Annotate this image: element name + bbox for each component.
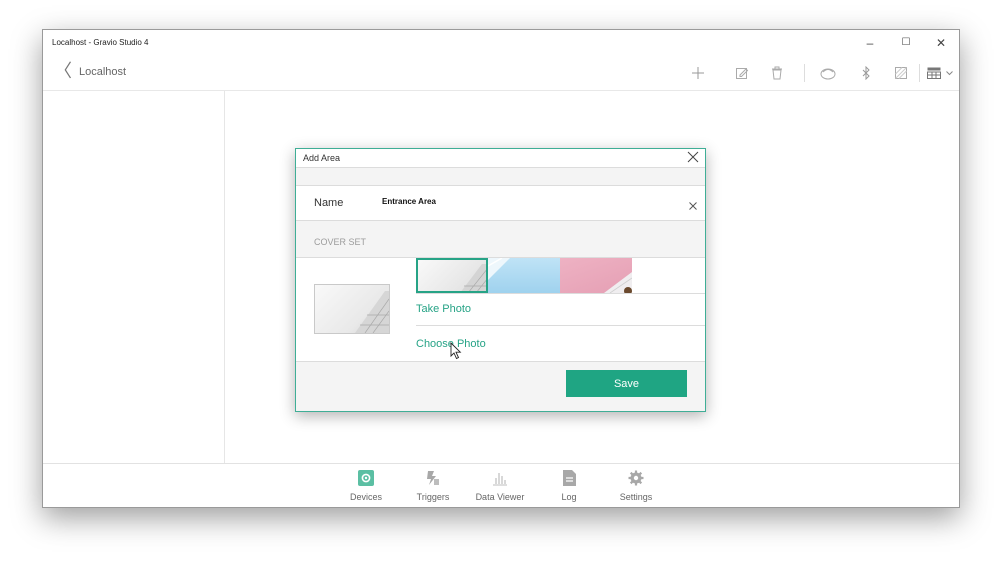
nav-label: Data Viewer — [475, 492, 525, 502]
grid-view-icon[interactable] — [925, 64, 943, 82]
cover-thumbnail-selected[interactable] — [416, 258, 488, 293]
take-photo-button[interactable]: Take Photo — [416, 293, 705, 326]
clear-input-icon[interactable] — [688, 198, 698, 210]
nav-settings[interactable]: Settings — [606, 469, 666, 502]
image-icon[interactable] — [892, 64, 910, 82]
chevron-down-icon[interactable] — [943, 64, 955, 82]
add-icon[interactable] — [689, 64, 707, 82]
cover-set-label: COVER SET — [314, 237, 367, 247]
title-bar: Localhost - Gravio Studio 4 – ☐ ✕ — [43, 30, 959, 56]
settings-icon — [606, 469, 666, 487]
maximize-button[interactable]: ☐ — [891, 34, 921, 54]
mouse-cursor-icon — [450, 341, 462, 360]
toolbar: 〈 Localhost — [43, 56, 959, 91]
toolbar-divider — [919, 64, 920, 82]
close-button[interactable]: ✕ — [926, 34, 956, 54]
nav-triggers[interactable]: Triggers — [403, 469, 463, 502]
area-sidebar — [43, 91, 225, 463]
dialog-header: Add Area — [296, 149, 705, 168]
name-label: Name — [314, 197, 344, 209]
cover-thumbnail[interactable] — [560, 258, 632, 293]
save-button[interactable]: Save — [566, 370, 687, 397]
nav-label: Triggers — [416, 492, 450, 502]
delete-icon[interactable] — [768, 64, 786, 82]
cover-set-panel: Take Photo Choose Photo — [296, 257, 705, 362]
nav-data-viewer[interactable]: Data Viewer — [470, 469, 530, 502]
dialog-close-icon[interactable] — [686, 150, 700, 164]
minimize-button[interactable]: – — [855, 34, 885, 54]
breadcrumb[interactable]: Localhost — [79, 66, 126, 78]
triggers-icon — [403, 469, 463, 487]
mqtt-icon[interactable] — [819, 64, 837, 82]
nav-label: Settings — [619, 492, 653, 502]
nav-label: Devices — [349, 492, 382, 502]
devices-icon — [336, 469, 396, 487]
bluetooth-icon[interactable] — [857, 64, 875, 82]
nav-label: Log — [561, 492, 577, 502]
name-row: Name — [296, 185, 705, 221]
toolbar-divider — [804, 64, 805, 82]
data-viewer-icon — [470, 469, 530, 487]
bottom-nav: Devices Triggers Data Viewer Log Setting… — [43, 463, 959, 507]
window-title: Localhost - Gravio Studio 4 — [52, 38, 149, 47]
name-input[interactable] — [382, 197, 672, 206]
cover-preview-image — [314, 284, 390, 334]
nav-devices[interactable]: Devices — [336, 469, 396, 502]
cover-thumbnail-strip — [416, 258, 705, 294]
dialog-title: Add Area — [303, 153, 341, 163]
back-button[interactable]: 〈 — [54, 61, 72, 81]
cover-thumbnail[interactable] — [488, 258, 560, 293]
edit-icon[interactable] — [733, 64, 751, 82]
nav-log[interactable]: Log — [539, 469, 599, 502]
add-area-dialog: Add Area Name COVER SET Take Photo — [295, 148, 706, 412]
log-icon — [539, 469, 599, 487]
